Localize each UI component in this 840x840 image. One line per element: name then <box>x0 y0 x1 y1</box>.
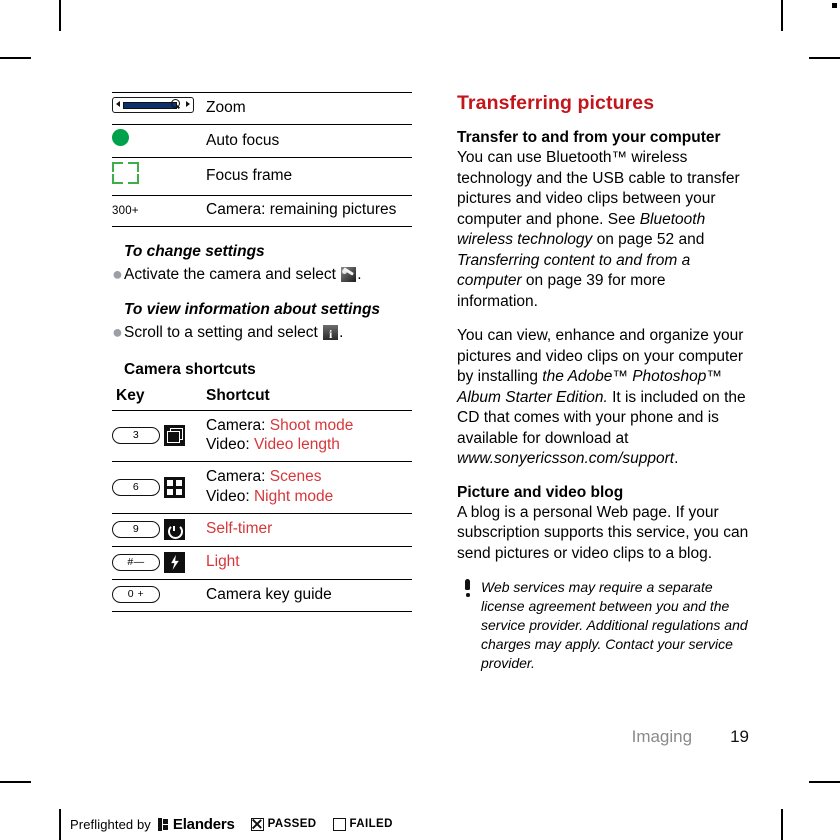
shortcut-label-camera: Camera: <box>206 416 266 434</box>
column-header-shortcut: Shortcut <box>206 386 412 411</box>
page-footer: Imaging 19 <box>0 727 749 747</box>
remaining-count-icon: 300+ <box>112 205 139 218</box>
keycap-hash: #— <box>112 553 160 571</box>
legend-icon-cell <box>112 124 206 158</box>
shortcut-label-camera: Camera: <box>206 468 266 486</box>
procedure-step: ● Scroll to a setting and select . <box>112 321 412 345</box>
camera-legend-table: Zoom Auto focus Focus frame 300+ Camera:… <box>112 91 412 227</box>
paragraph-photoshop: You can view, enhance and organize your … <box>457 326 749 470</box>
bullet-icon: ● <box>112 321 123 342</box>
table-row: 300+ Camera: remaining pictures <box>112 195 412 227</box>
elanders-logo-icon <box>157 817 169 831</box>
procedure-heading-view-information: To view information about settings <box>124 300 381 318</box>
camera-shortcuts-table: Key Shortcut 3 Camera: Shoot mode Video:… <box>112 386 412 612</box>
right-column: Transferring pictures Transfer to and fr… <box>457 92 749 673</box>
shortcut-label-video: Video: <box>206 488 250 506</box>
green-dot-icon <box>112 129 129 147</box>
support-url: www.sonyericsson.com/support <box>457 450 675 467</box>
paragraph-transfer-intro: You can use Bluetooth™ wireless technolo… <box>457 148 749 312</box>
procedure-step: ● Activate the camera and select . <box>112 264 412 285</box>
table-row: 0 + Camera key guide <box>112 579 412 612</box>
shortcut-value-video: Night mode <box>253 488 334 506</box>
key-cell: 3 <box>112 410 206 463</box>
keycap-6: 6 <box>112 478 160 496</box>
shortcut-value-light: Light <box>206 553 240 571</box>
scenes-grid-icon <box>164 476 185 498</box>
step-text-before: Activate the camera and select <box>124 265 341 283</box>
keycap-0: 0 + <box>112 586 160 604</box>
table-row: 3 Camera: Shoot mode Video: Video length <box>112 410 412 463</box>
shortcut-cell: Camera: Shoot mode Video: Video length <box>206 410 412 463</box>
light-bolt-icon <box>164 551 185 573</box>
footer-section-label: Imaging <box>631 727 693 746</box>
zoom-slider-icon <box>112 97 194 113</box>
shortcut-value-camera: Scenes <box>269 468 322 486</box>
legend-icon-cell <box>112 157 206 196</box>
legend-icon-cell: 300+ <box>112 195 206 227</box>
focus-frame-icon <box>112 162 139 185</box>
table-row: 9 Self-timer <box>112 513 412 547</box>
exclamation-icon <box>457 578 481 602</box>
page-number: 19 <box>730 727 749 746</box>
step-text-after: . <box>339 323 344 341</box>
shortcut-cell: Camera key guide <box>206 579 412 612</box>
section-heading-blog: Picture and video blog <box>457 483 624 501</box>
preflight-prefix: Preflighted by <box>70 816 151 832</box>
legend-label: Focus frame <box>206 157 412 196</box>
camera-shortcuts-heading: Camera shortcuts <box>124 360 256 378</box>
column-header-key: Key <box>112 386 206 411</box>
chapter-title: Transferring pictures <box>457 92 655 114</box>
section-heading-transfer: Transfer to and from your computer <box>457 129 721 146</box>
legend-icon-cell <box>112 91 206 125</box>
shortcut-cell: Light <box>206 546 412 580</box>
preflight-brand: Elanders <box>172 815 235 833</box>
table-row: 6 Camera: Scenes Video: Night mode <box>112 461 412 514</box>
text-run: on page 52 and <box>592 231 705 248</box>
info-icon <box>323 324 339 345</box>
bullet-icon: ● <box>112 263 123 284</box>
procedure-step-text: Activate the camera and select . <box>124 264 362 285</box>
shortcut-value-camera: Shoot mode <box>269 416 354 434</box>
text-run: . <box>674 450 679 467</box>
table-row: Zoom <box>112 91 412 125</box>
wrench-icon <box>341 266 357 282</box>
key-cell: 9 <box>112 513 206 547</box>
preflight-stamp: Preflighted by Elanders PASSED FAILED <box>59 809 393 839</box>
step-text-after: . <box>357 265 362 283</box>
procedure-heading-change-settings: To change settings <box>124 242 265 260</box>
manual-page: Zoom Auto focus Focus frame 300+ Camera:… <box>0 0 840 840</box>
passed-checkbox <box>250 817 264 831</box>
step-text-before: Scroll to a setting and select <box>124 323 323 341</box>
failed-checkbox <box>332 817 346 831</box>
legend-label: Camera: remaining pictures <box>206 195 412 227</box>
self-timer-icon <box>164 518 185 540</box>
shortcut-value-self-timer: Self-timer <box>206 520 273 538</box>
procedure-step-text: Scroll to a setting and select . <box>124 322 344 345</box>
table-row: #— Light <box>112 546 412 580</box>
table-row: Focus frame <box>112 157 412 196</box>
passed-label: PASSED <box>267 818 317 830</box>
key-cell: 0 + <box>112 579 206 612</box>
shortcut-value-key-guide: Camera key guide <box>206 585 332 603</box>
table-row: Auto focus <box>112 124 412 158</box>
shortcut-label-video: Video: <box>206 436 250 454</box>
paragraph-blog: A blog is a personal Web page. If your s… <box>457 503 749 562</box>
shortcut-cell: Self-timer <box>206 513 412 547</box>
keycap-3: 3 <box>112 426 160 444</box>
table-header-row: Key Shortcut <box>112 386 412 411</box>
shoot-mode-icon <box>164 424 185 446</box>
legend-label: Zoom <box>206 91 412 125</box>
note-text: Web services may require a separate lice… <box>481 579 748 671</box>
key-cell: #— <box>112 546 206 580</box>
key-cell: 6 <box>112 461 206 514</box>
shortcut-value-video: Video length <box>253 436 340 454</box>
keycap-9: 9 <box>112 520 160 538</box>
legend-label: Auto focus <box>206 124 412 158</box>
failed-label: FAILED <box>349 818 393 830</box>
note-callout: Web services may require a separate lice… <box>457 578 749 673</box>
left-column: Zoom Auto focus Focus frame 300+ Camera:… <box>112 91 412 612</box>
shortcut-cell: Camera: Scenes Video: Night mode <box>206 461 412 514</box>
